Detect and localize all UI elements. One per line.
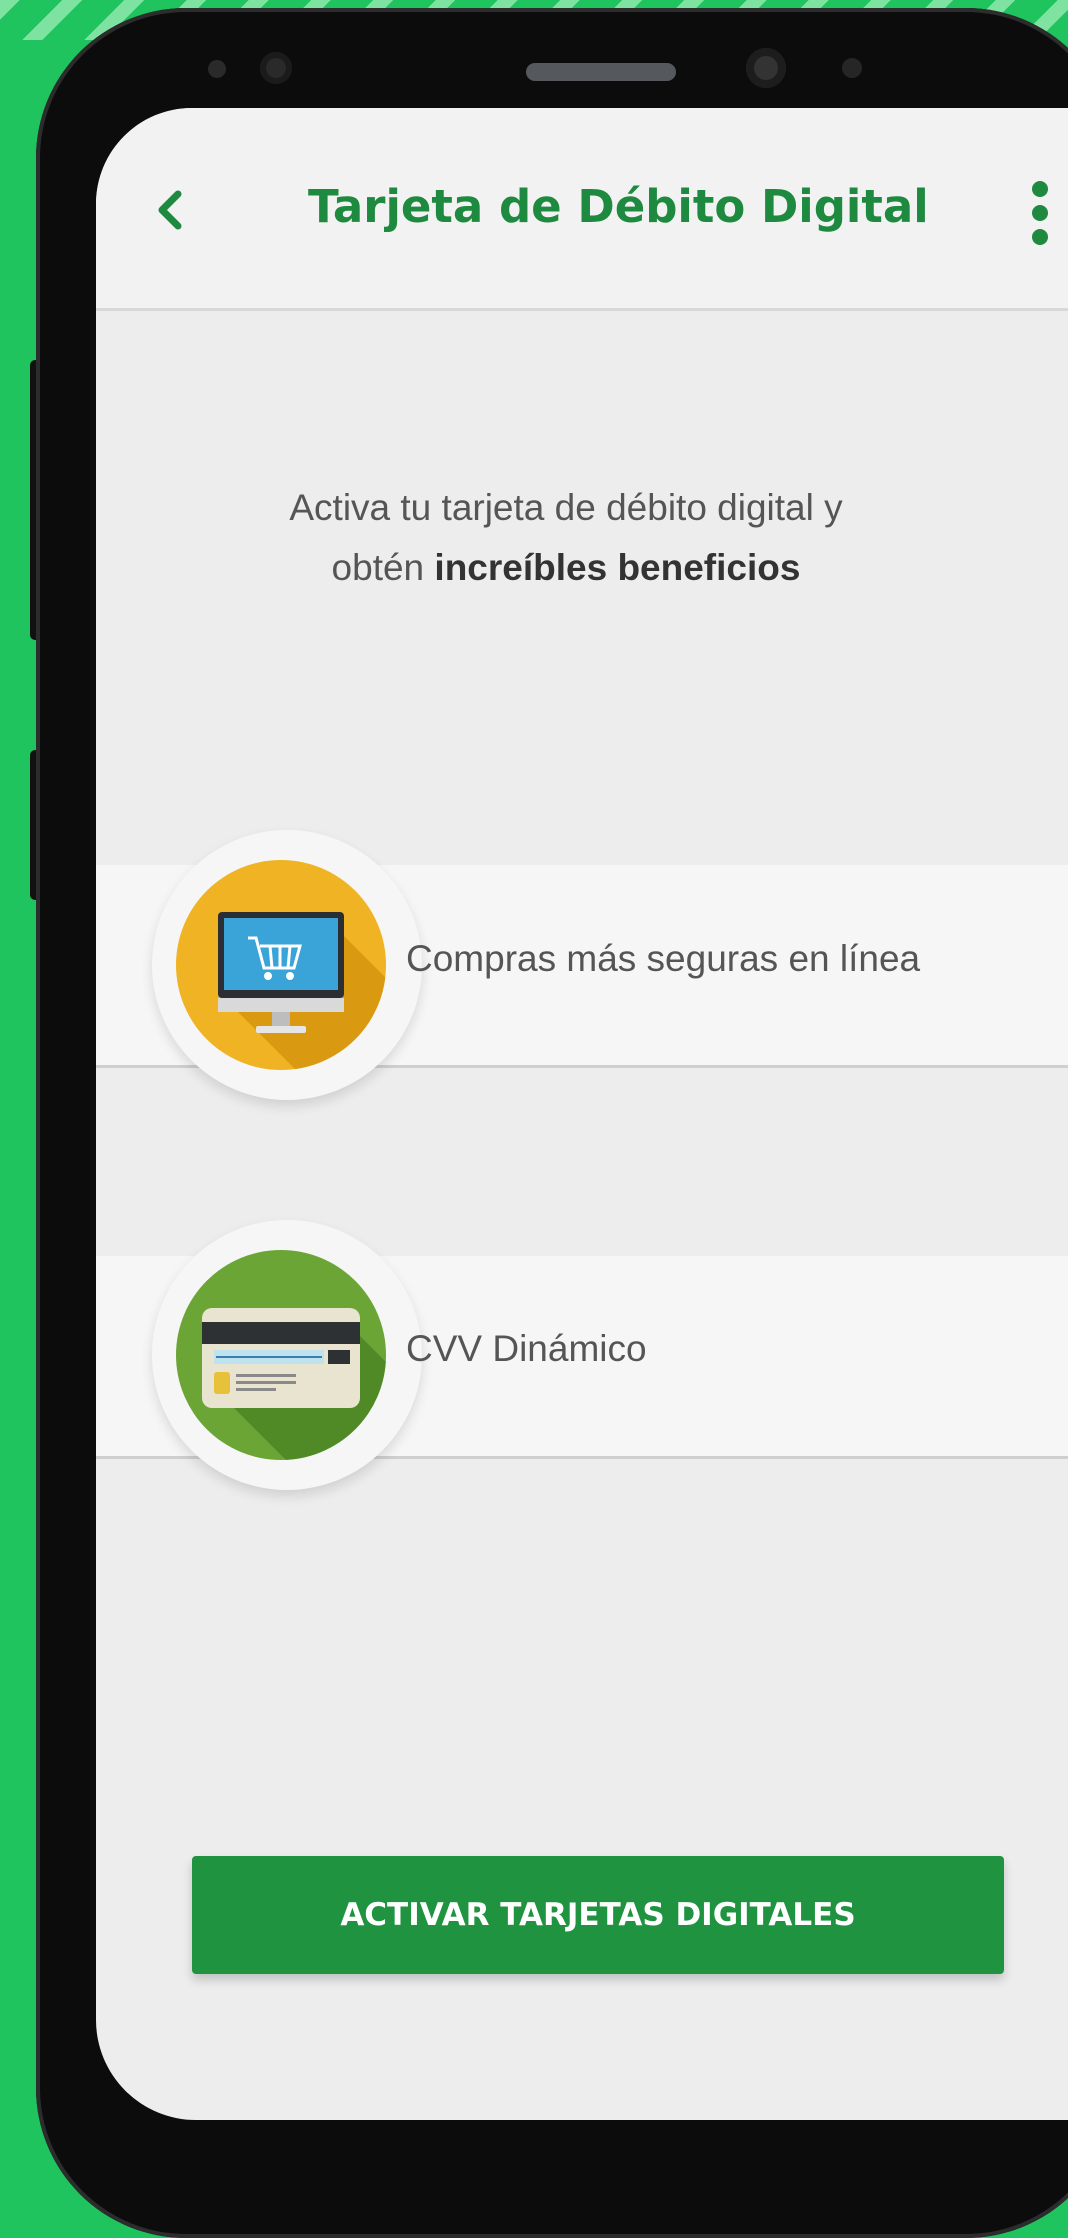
benefit-label: CVV Dinámico xyxy=(406,1328,647,1369)
intro-line-2-prefix: obtén xyxy=(331,547,425,588)
proximity-sensor-icon xyxy=(842,58,862,78)
intro-text: Activa tu tarjeta de débito digital y ob… xyxy=(166,478,966,598)
app-screen: Tarjeta de Débito Digital Activa tu tarj… xyxy=(96,108,1068,2120)
earpiece-speaker xyxy=(526,63,676,81)
chevron-left-icon[interactable] xyxy=(144,180,204,240)
iris-scanner-icon xyxy=(260,52,292,84)
shopping-cart-monitor-icon xyxy=(176,860,386,1070)
app-header: Tarjeta de Débito Digital xyxy=(96,108,1068,311)
intro-highlight: increíbles beneficios xyxy=(434,547,801,588)
activate-digital-cards-button[interactable]: ACTIVAR TARJETAS DIGITALES xyxy=(192,1856,1004,1974)
benefit-label: Compras más seguras en línea xyxy=(406,938,921,979)
more-vertical-icon[interactable] xyxy=(1026,173,1056,253)
phone-frame: Tarjeta de Débito Digital Activa tu tarj… xyxy=(36,8,1068,2238)
credit-card-back-icon xyxy=(176,1250,386,1460)
intro-line-2: obtén increíbles beneficios xyxy=(166,538,966,598)
intro-line-1: Activa tu tarjeta de débito digital y xyxy=(289,487,843,528)
sensor-icon xyxy=(208,60,226,78)
page-title: Tarjeta de Débito Digital xyxy=(308,180,929,233)
front-camera-icon xyxy=(746,48,786,88)
